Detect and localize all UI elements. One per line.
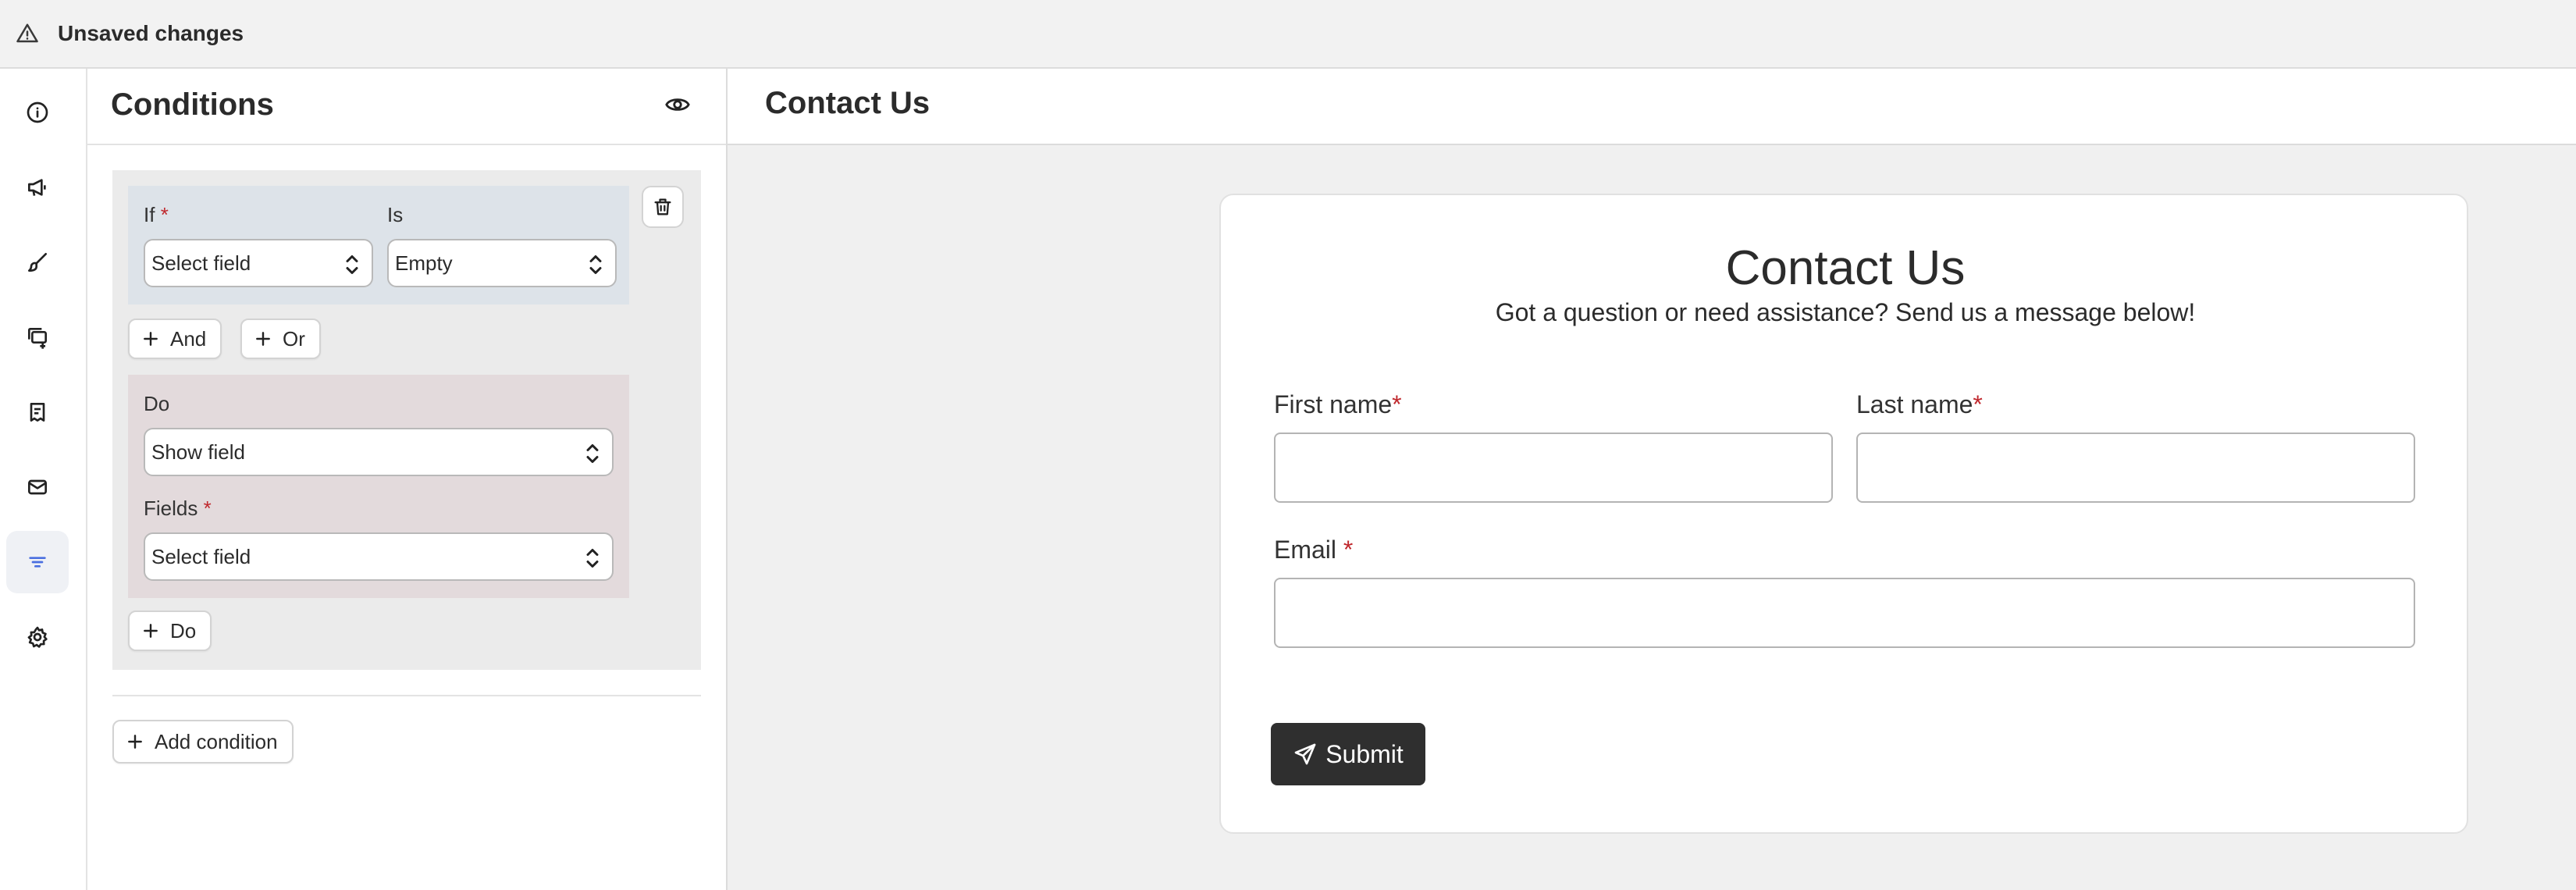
if-field-select[interactable]: Select field <box>144 239 373 287</box>
email-input[interactable] <box>1274 578 2415 648</box>
do-action-select-value: Show field <box>151 440 245 464</box>
rail-item-style[interactable] <box>6 231 69 294</box>
conditions-header: Conditions <box>87 69 726 145</box>
form-subtitle: Got a question or need assistance? Send … <box>1495 298 2196 326</box>
gear-icon <box>27 626 48 648</box>
rail-item-receipts[interactable] <box>6 381 69 443</box>
receipt-icon <box>30 403 45 422</box>
delete-condition-button[interactable] <box>642 186 684 228</box>
rail-item-announcements[interactable] <box>6 156 69 219</box>
condition-block: If * Is Select field Empty And Or Do Sho… <box>112 170 701 670</box>
add-do-label: Do <box>170 618 197 643</box>
unsaved-changes-bar: Unsaved changes <box>0 0 2576 69</box>
fields-label: Fields * <box>144 497 212 520</box>
plus-icon <box>144 332 158 346</box>
megaphone-icon <box>28 179 46 196</box>
email-label: Email * <box>1274 536 1354 564</box>
add-and-label: And <box>170 326 207 351</box>
chevron-up-down-icon <box>586 549 599 568</box>
paintbrush-icon <box>28 253 47 272</box>
plus-icon <box>128 735 142 749</box>
plus-icon <box>256 332 270 346</box>
unsaved-changes-text: Unsaved changes <box>58 21 244 45</box>
divider <box>112 695 701 696</box>
form-preview-area: Contact Us Contact Us Got a question or … <box>728 69 2576 890</box>
add-condition-label: Add condition <box>155 729 278 753</box>
conditions-panel: Conditions If * Is Select field Empty An… <box>87 69 728 890</box>
first-name-label: First name* <box>1274 390 1402 418</box>
add-condition-button[interactable]: Add condition <box>112 720 294 764</box>
add-do-button[interactable]: Do <box>128 611 212 651</box>
preview-header: Contact Us <box>728 69 2576 145</box>
is-label: Is <box>387 203 404 226</box>
info-icon <box>27 101 48 123</box>
do-label: Do <box>144 392 170 415</box>
contact-form-card: Contact Us Got a question or need assist… <box>1219 194 2468 834</box>
is-operator-select-value: Empty <box>395 251 453 275</box>
stacked-cards-add-icon <box>28 328 47 349</box>
if-field-select-value: Select field <box>151 251 251 275</box>
eye-icon <box>665 98 690 111</box>
conditions-title: Conditions <box>111 87 274 122</box>
if-label: If * <box>144 203 169 226</box>
last-name-input[interactable] <box>1856 433 2415 503</box>
preview-header-title: Contact Us <box>765 86 930 120</box>
last-name-label: Last name* <box>1856 390 1983 418</box>
rail-item-emails[interactable] <box>6 456 69 518</box>
filter-lines-icon <box>29 557 46 568</box>
chevron-up-down-icon <box>586 444 599 463</box>
add-or-button[interactable]: Or <box>240 319 321 359</box>
add-or-label: Or <box>283 326 305 351</box>
fields-select[interactable]: Select field <box>144 532 614 581</box>
submit-button[interactable]: Submit <box>1271 723 1425 785</box>
mail-icon <box>28 479 47 495</box>
rail-item-settings[interactable] <box>6 606 69 668</box>
add-and-button[interactable]: And <box>128 319 222 359</box>
first-name-input[interactable] <box>1274 433 1833 503</box>
trash-icon <box>654 198 671 215</box>
warning-triangle-icon <box>16 23 38 43</box>
is-operator-select[interactable]: Empty <box>387 239 617 287</box>
rail-item-info[interactable] <box>6 81 69 144</box>
do-clause: Do Show field Fields * Select field <box>128 375 629 598</box>
if-clause: If * Is Select field Empty <box>128 186 629 304</box>
fields-select-value: Select field <box>151 544 251 568</box>
chevron-up-down-icon <box>346 255 358 274</box>
do-action-select[interactable]: Show field <box>144 428 614 476</box>
form-title: Contact Us <box>1725 241 1966 295</box>
submit-label: Submit <box>1325 739 1404 768</box>
chevron-up-down-icon <box>589 255 602 274</box>
plus-icon <box>144 624 158 638</box>
preview-toggle-button[interactable] <box>660 87 695 122</box>
sidebar-rail <box>0 69 87 890</box>
rail-item-conditions[interactable] <box>6 531 69 593</box>
paper-plane-icon <box>1294 743 1316 765</box>
rail-item-fields[interactable] <box>6 306 69 368</box>
